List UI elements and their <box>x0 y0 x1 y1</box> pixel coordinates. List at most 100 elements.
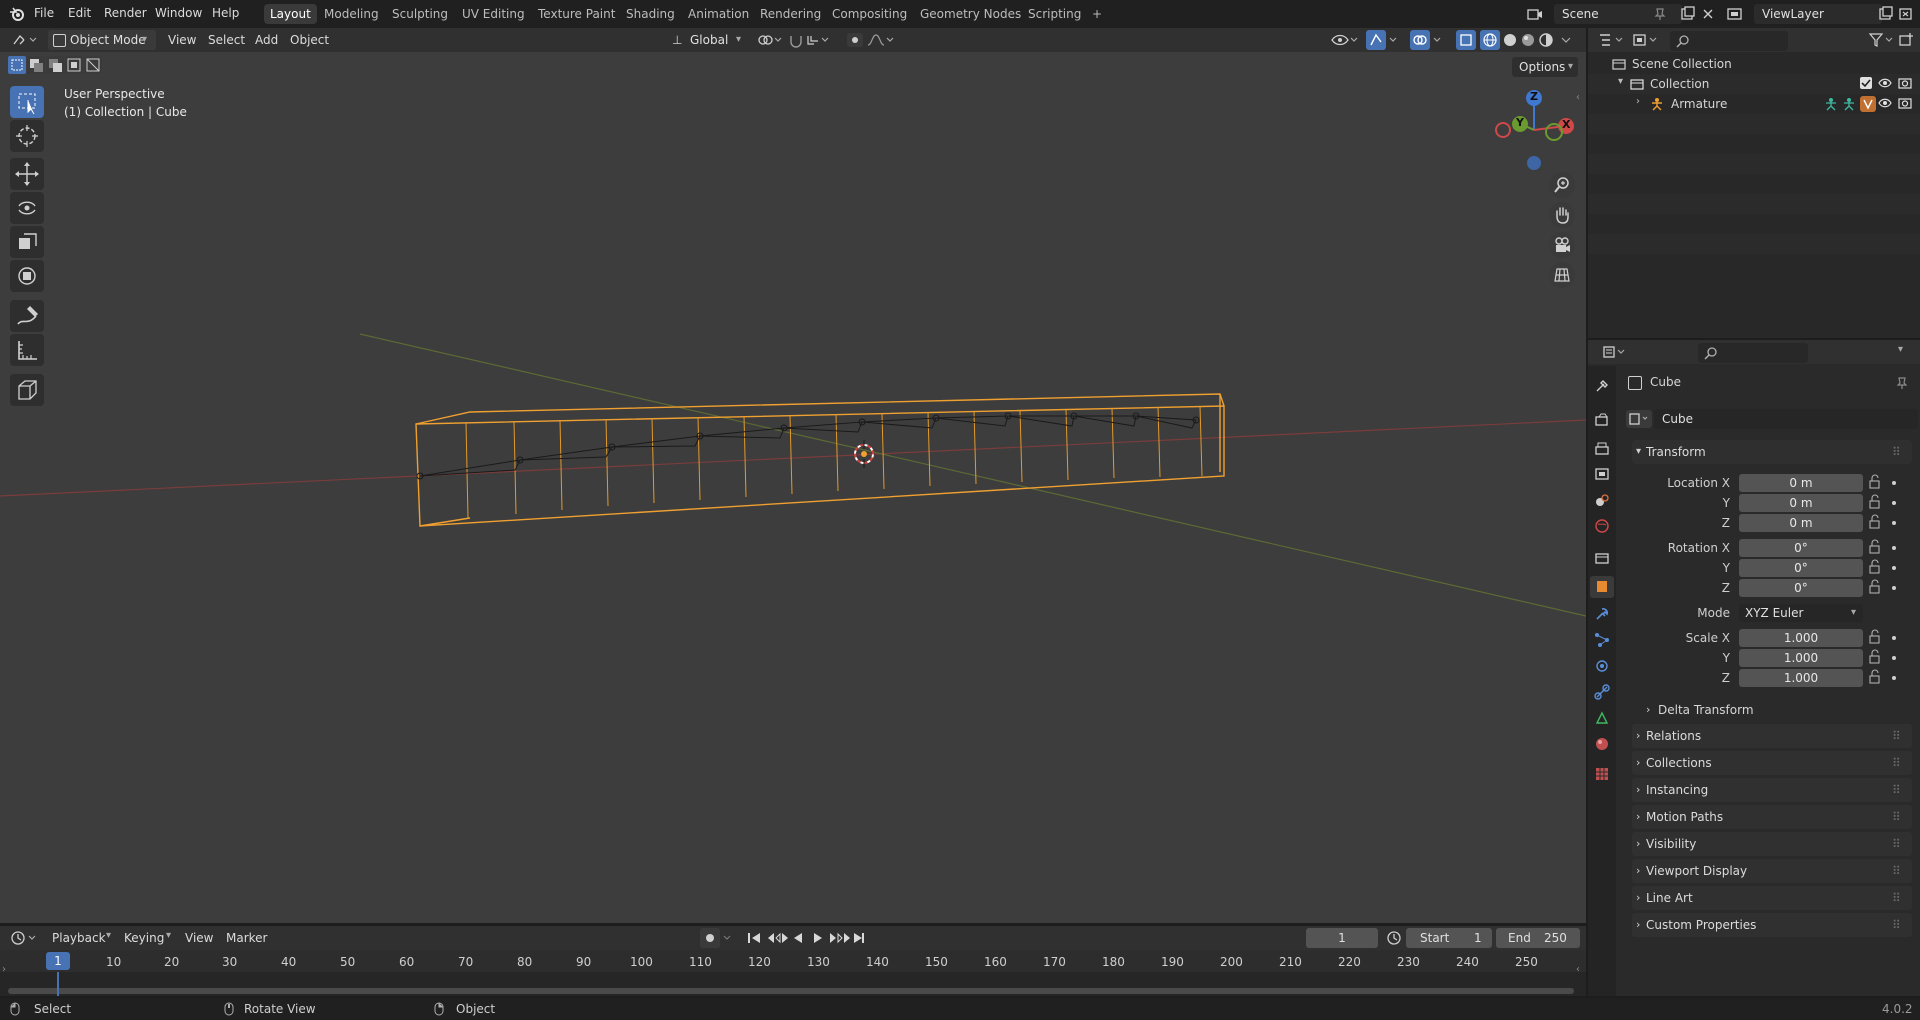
properties-editor-type-icon[interactable] <box>1602 344 1630 360</box>
sidebar-toggle-icon[interactable]: ‹ <box>1576 964 1580 975</box>
add-workspace-button[interactable]: + <box>1086 4 1108 24</box>
outliner-row-collection[interactable]: ▾ Collection <box>1588 74 1920 94</box>
particles-tab-icon[interactable] <box>1594 632 1610 651</box>
collection-tab-icon[interactable] <box>1594 550 1610 569</box>
delete-view-layer-icon[interactable] <box>1898 6 1914 22</box>
camera-render-icon[interactable] <box>1898 77 1912 92</box>
start-frame-field[interactable]: Start 1 <box>1406 928 1492 948</box>
menu-render[interactable]: Render <box>104 6 147 20</box>
properties-search-input[interactable] <box>1698 343 1808 363</box>
visibility-panel[interactable]: › Visibility ⠿ <box>1632 832 1912 856</box>
tab-compositing[interactable]: Compositing <box>826 4 913 24</box>
rotation-mode-dropdown[interactable]: XYZ Euler ▾ <box>1739 604 1863 622</box>
solid-shading-icon[interactable] <box>1502 32 1518 48</box>
object-name-field[interactable]: Cube <box>1654 409 1918 429</box>
armature-data-icon[interactable] <box>1842 97 1856 114</box>
scale-x-field[interactable]: 1.000 <box>1739 629 1863 647</box>
outliner-search-input[interactable] <box>1670 31 1788 51</box>
expand-arrow-icon[interactable]: ▾ <box>1618 76 1623 87</box>
menu-playback[interactable]: Playback <box>52 928 106 948</box>
eye-icon[interactable] <box>1878 77 1892 92</box>
playback-controls[interactable] <box>746 928 866 948</box>
filter-icon[interactable] <box>1868 32 1896 48</box>
material-tab-icon[interactable] <box>1594 736 1610 755</box>
measure-tool[interactable] <box>10 334 44 366</box>
scale-z-field[interactable]: 1.000 <box>1739 669 1863 687</box>
tab-animation[interactable]: Animation <box>682 4 755 24</box>
rotate-tool[interactable] <box>10 192 44 224</box>
rendered-shading-icon[interactable] <box>1538 32 1554 48</box>
delta-transform-subpanel[interactable]: › Delta Transform <box>1646 700 1906 720</box>
menu-help[interactable]: Help <box>212 6 239 20</box>
blender-logo-icon[interactable] <box>9 6 25 22</box>
tab-texture-paint[interactable]: Texture Paint <box>532 4 621 24</box>
editor-type-icon[interactable] <box>12 32 40 48</box>
pan-view-hand-icon[interactable] <box>1549 202 1575 228</box>
tab-modeling[interactable]: Modeling <box>318 4 385 24</box>
chevron-down-icon[interactable]: ▾ <box>1898 344 1903 355</box>
instancing-panel[interactable]: › Instancing ⠿ <box>1632 778 1912 802</box>
xray-toggle-icon[interactable] <box>1456 30 1476 50</box>
display-mode-icon[interactable] <box>1632 32 1660 48</box>
playhead-line[interactable] <box>57 972 59 996</box>
tab-uv-editing[interactable]: UV Editing <box>456 4 531 24</box>
scale-y-field[interactable]: 1.000 <box>1739 649 1863 667</box>
view-layer-field[interactable]: ViewLayer <box>1754 4 1882 24</box>
pivot-point-icon[interactable] <box>756 32 784 48</box>
transform-panel-header[interactable]: ▾ Transform ⠿ <box>1632 440 1912 464</box>
render-tab-icon[interactable] <box>1594 412 1610 431</box>
options-dropdown[interactable]: Options ▾ <box>1512 57 1578 77</box>
motion-paths-panel[interactable]: › Motion Paths ⠿ <box>1632 805 1912 829</box>
drag-handle-icon[interactable]: ⠿ <box>1892 724 1901 748</box>
scene-selector-icon[interactable] <box>1526 6 1544 22</box>
material-shading-icon[interactable] <box>1520 32 1536 48</box>
tab-layout[interactable]: Layout <box>264 4 317 24</box>
constraints-tab-icon[interactable] <box>1594 684 1610 703</box>
menu-window[interactable]: Window <box>155 6 202 20</box>
view-layer-tab-icon[interactable] <box>1594 466 1610 485</box>
drag-handle-icon[interactable]: ⠿ <box>1892 832 1901 856</box>
select-mode-buttons[interactable] <box>8 56 104 74</box>
output-tab-icon[interactable] <box>1594 440 1610 459</box>
tool-tab-icon[interactable] <box>1594 378 1610 397</box>
menu-select[interactable]: Select <box>208 30 245 50</box>
world-tab-icon[interactable] <box>1594 518 1610 537</box>
outliner-row-armature[interactable]: › Armature <box>1588 94 1920 114</box>
wireframe-shading-icon[interactable] <box>1480 30 1500 50</box>
navigation-gizmo[interactable]: Z Y X <box>1492 88 1576 172</box>
3d-viewport[interactable]: User Perspective (1) Collection | Cube O… <box>0 52 1586 923</box>
location-x-field[interactable]: 0 m <box>1739 474 1863 492</box>
camera-render-icon[interactable] <box>1898 97 1912 112</box>
new-view-layer-icon[interactable] <box>1878 6 1894 22</box>
tab-sculpting[interactable]: Sculpting <box>386 4 454 24</box>
collections-panel[interactable]: › Collections ⠿ <box>1632 751 1912 775</box>
auto-keying-icon[interactable] <box>700 928 734 948</box>
add-cube-tool[interactable] <box>10 374 44 406</box>
custom-properties-panel[interactable]: › Custom Properties ⠿ <box>1632 913 1912 937</box>
rotation-z-field[interactable]: 0° <box>1739 579 1863 597</box>
drag-handle-icon[interactable]: ⠿ <box>1892 751 1901 775</box>
modifier-tab-icon[interactable] <box>1594 606 1610 625</box>
proportional-editing-icon[interactable] <box>846 32 896 48</box>
annotate-tool[interactable] <box>10 300 44 332</box>
texture-tab-icon[interactable] <box>1594 766 1610 785</box>
menu-edit[interactable]: Edit <box>68 6 91 20</box>
mode-selector[interactable]: Object Mode ▾ <box>48 30 156 50</box>
menu-add[interactable]: Add <box>255 30 278 50</box>
end-frame-field[interactable]: End 250 <box>1496 928 1580 948</box>
shading-options-icon[interactable] <box>1560 32 1572 48</box>
menu-view[interactable]: View <box>185 928 213 948</box>
scene-tab-icon[interactable] <box>1594 492 1610 511</box>
pose-icon[interactable] <box>1824 97 1838 114</box>
timeline-editor-type-icon[interactable] <box>10 930 40 946</box>
viewport-display-panel[interactable]: › Viewport Display ⠿ <box>1632 859 1912 883</box>
sidebar-toggle-icon[interactable]: › <box>2 964 6 975</box>
new-scene-icon[interactable] <box>1680 6 1696 22</box>
transform-orientation-selector[interactable]: ⊥ Global ▾ <box>668 30 748 50</box>
cursor-tool[interactable] <box>10 120 44 152</box>
tab-rendering[interactable]: Rendering <box>754 4 827 24</box>
outliner-editor-type-icon[interactable] <box>1598 32 1626 48</box>
eye-icon[interactable] <box>1878 97 1892 112</box>
preview-range-icon[interactable] <box>1386 930 1402 946</box>
new-collection-icon[interactable] <box>1898 32 1914 48</box>
